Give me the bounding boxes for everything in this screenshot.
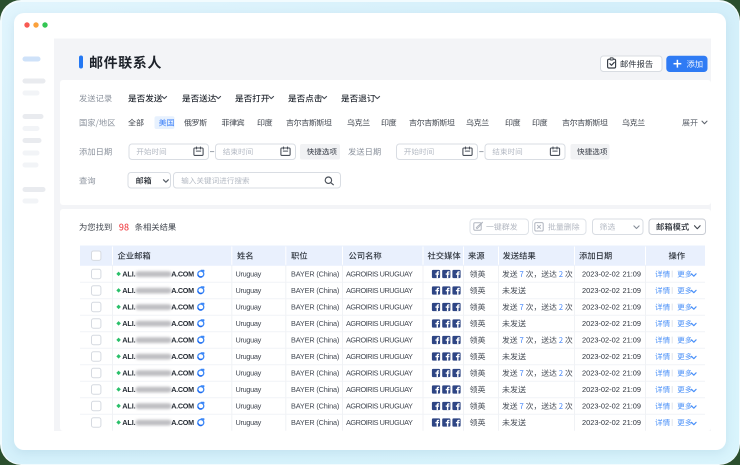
svg-text:BAYER (China): BAYER (China) bbox=[291, 402, 339, 411]
svg-text:Uruguay: Uruguay bbox=[236, 286, 262, 295]
svg-text:AGROIRIS URUGUAY: AGROIRIS URUGUAY bbox=[346, 418, 413, 427]
svg-text:BAYER (China): BAYER (China) bbox=[291, 418, 339, 427]
svg-text:ALI.: ALI. bbox=[122, 402, 135, 411]
svg-text:21:09: 21:09 bbox=[623, 418, 642, 427]
svg-text:21:09: 21:09 bbox=[623, 303, 642, 312]
svg-text:A.COM: A.COM bbox=[171, 335, 194, 344]
svg-text:2023-02-02: 2023-02-02 bbox=[582, 418, 620, 427]
svg-text:21:09: 21:09 bbox=[623, 402, 642, 411]
svg-text:A.COM: A.COM bbox=[171, 302, 194, 311]
svg-text:2023-02-02: 2023-02-02 bbox=[582, 402, 620, 411]
svg-text:21:09: 21:09 bbox=[623, 270, 642, 279]
svg-text:BAYER (China): BAYER (China) bbox=[291, 352, 339, 361]
svg-text:2023-02-02: 2023-02-02 bbox=[582, 336, 620, 345]
svg-text:AGROIRIS URUGUAY: AGROIRIS URUGUAY bbox=[346, 319, 413, 328]
svg-text:Uruguay: Uruguay bbox=[236, 402, 262, 411]
svg-text:2023-02-02: 2023-02-02 bbox=[582, 352, 620, 361]
svg-text:A.COM: A.COM bbox=[171, 269, 194, 278]
svg-text:Uruguay: Uruguay bbox=[236, 336, 262, 345]
svg-text:ALI.: ALI. bbox=[122, 303, 135, 312]
svg-text:AGROIRIS URUGUAY: AGROIRIS URUGUAY bbox=[346, 286, 413, 295]
svg-text:Uruguay: Uruguay bbox=[236, 385, 262, 394]
svg-text:2023-02-02: 2023-02-02 bbox=[582, 385, 620, 394]
svg-text:21:09: 21:09 bbox=[623, 319, 642, 328]
svg-text:ALI.: ALI. bbox=[122, 385, 135, 394]
svg-text:BAYER (China): BAYER (China) bbox=[291, 286, 339, 295]
svg-text:A.COM: A.COM bbox=[171, 319, 194, 328]
svg-text:ALI.: ALI. bbox=[122, 286, 135, 295]
svg-text:21:09: 21:09 bbox=[623, 385, 642, 394]
svg-text:ALI.: ALI. bbox=[122, 418, 135, 427]
svg-text:Uruguay: Uruguay bbox=[236, 369, 262, 378]
svg-text:Uruguay: Uruguay bbox=[236, 303, 262, 312]
svg-text:21:09: 21:09 bbox=[623, 286, 642, 295]
svg-text:AGROIRIS URUGUAY: AGROIRIS URUGUAY bbox=[346, 352, 413, 361]
svg-text:21:09: 21:09 bbox=[623, 336, 642, 345]
svg-text:A.COM: A.COM bbox=[171, 368, 194, 377]
svg-text:ALI.: ALI. bbox=[122, 352, 135, 361]
svg-text:2023-02-02: 2023-02-02 bbox=[582, 319, 620, 328]
svg-text:2023-02-02: 2023-02-02 bbox=[582, 369, 620, 378]
svg-text:Uruguay: Uruguay bbox=[236, 270, 262, 279]
svg-text:Uruguay: Uruguay bbox=[236, 319, 262, 328]
svg-text:2023-02-02: 2023-02-02 bbox=[582, 303, 620, 312]
svg-text:AGROIRIS URUGUAY: AGROIRIS URUGUAY bbox=[346, 402, 413, 411]
svg-text:A.COM: A.COM bbox=[171, 385, 194, 394]
svg-text:ALI.: ALI. bbox=[122, 319, 135, 328]
svg-text:A.COM: A.COM bbox=[171, 418, 194, 427]
svg-text:ALI.: ALI. bbox=[122, 336, 135, 345]
svg-text:BAYER (China): BAYER (China) bbox=[291, 369, 339, 378]
svg-text:21:09: 21:09 bbox=[623, 369, 642, 378]
svg-text:Uruguay: Uruguay bbox=[236, 418, 262, 427]
svg-text:2023-02-02: 2023-02-02 bbox=[582, 270, 620, 279]
svg-text:ALI.: ALI. bbox=[122, 369, 135, 378]
svg-text:BAYER (China): BAYER (China) bbox=[291, 303, 339, 312]
svg-text:AGROIRIS URUGUAY: AGROIRIS URUGUAY bbox=[346, 369, 413, 378]
svg-text:AGROIRIS URUGUAY: AGROIRIS URUGUAY bbox=[346, 270, 413, 279]
svg-text:AGROIRIS URUGUAY: AGROIRIS URUGUAY bbox=[346, 336, 413, 345]
svg-text:Uruguay: Uruguay bbox=[236, 352, 262, 361]
svg-text:A.COM: A.COM bbox=[171, 286, 194, 295]
svg-text:ALI.: ALI. bbox=[122, 270, 135, 279]
svg-text:BAYER (China): BAYER (China) bbox=[291, 270, 339, 279]
svg-text:BAYER (China): BAYER (China) bbox=[291, 336, 339, 345]
svg-text:BAYER (China): BAYER (China) bbox=[291, 385, 339, 394]
svg-text:2023-02-02: 2023-02-02 bbox=[582, 286, 620, 295]
svg-text:A.COM: A.COM bbox=[171, 401, 194, 410]
svg-text:A.COM: A.COM bbox=[171, 352, 194, 361]
svg-text:BAYER (China): BAYER (China) bbox=[291, 319, 339, 328]
svg-text:AGROIRIS URUGUAY: AGROIRIS URUGUAY bbox=[346, 303, 413, 312]
svg-text:21:09: 21:09 bbox=[623, 352, 642, 361]
svg-text:AGROIRIS URUGUAY: AGROIRIS URUGUAY bbox=[346, 385, 413, 394]
